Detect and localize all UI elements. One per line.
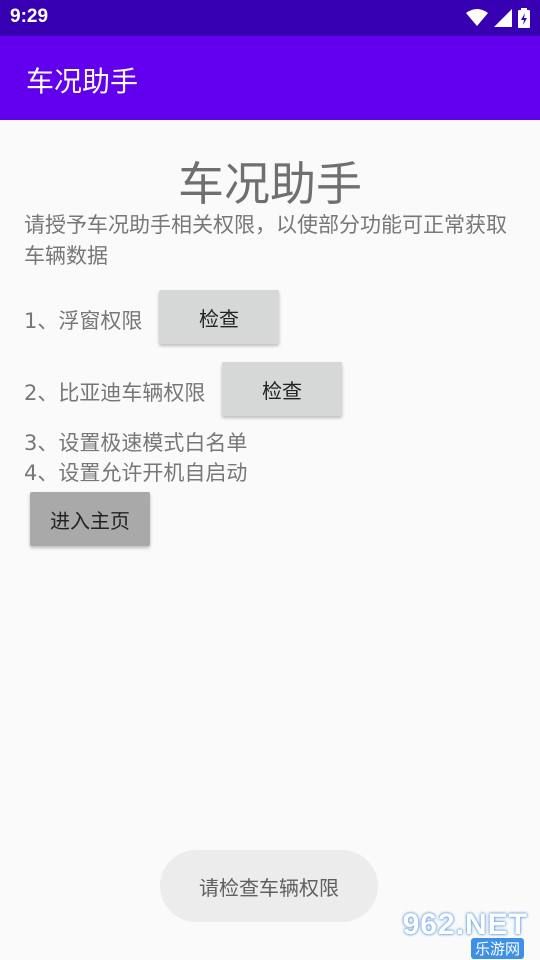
page-heading: 车况助手	[178, 157, 362, 211]
check-byd-permission-button[interactable]: 检查	[222, 362, 342, 416]
status-icons	[466, 6, 530, 30]
toast-message: 请检查车辆权限	[160, 850, 378, 922]
signal-icon	[494, 9, 512, 27]
floating-window-permission-label: 1、浮窗权限	[24, 309, 143, 333]
permission-description: 请授予车况助手相关权限，以使部分功能可正常获取车辆数据	[24, 213, 507, 268]
enter-home-button[interactable]: 进入主页	[30, 492, 150, 546]
watermark-logo: 962.NET 乐游网	[400, 908, 532, 959]
check-floating-window-button[interactable]: 检查	[159, 290, 279, 344]
app-title: 车况助手	[26, 65, 139, 98]
status-bar: 9:29	[0, 0, 540, 36]
app-bar: 车况助手	[0, 36, 540, 120]
status-time: 9:29	[10, 6, 49, 27]
step-whitelist: 3、设置极速模式白名单	[24, 431, 248, 455]
wifi-icon	[466, 9, 488, 27]
watermark-subtext: 乐游网	[470, 938, 524, 959]
main-content: 车况助手 请授予车况助手相关权限，以使部分功能可正常获取车辆数据 1、浮窗权限 …	[0, 120, 540, 960]
byd-vehicle-permission-label: 2、比亚迪车辆权限	[24, 381, 206, 405]
step-autostart: 4、设置允许开机自启动	[24, 461, 248, 485]
watermark-text: 962.NET	[402, 908, 528, 941]
battery-icon	[518, 8, 530, 28]
